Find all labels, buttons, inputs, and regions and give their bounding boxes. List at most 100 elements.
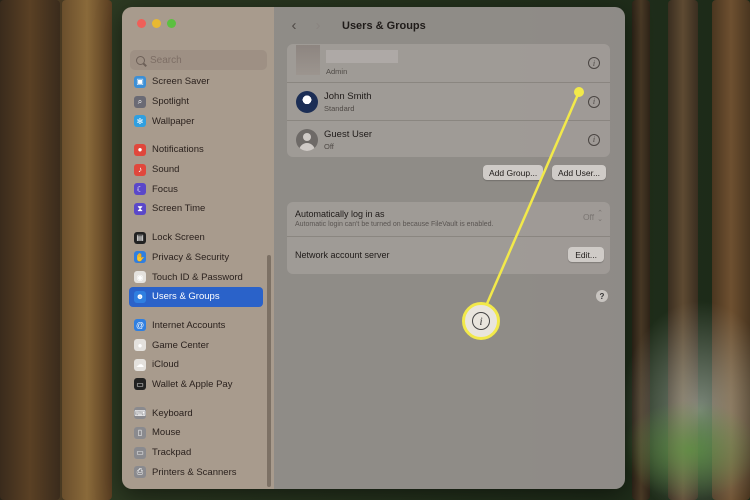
auto-login-label: Automatically log in as: [295, 209, 385, 219]
help-button[interactable]: ?: [596, 290, 608, 302]
sidebar-item-label: Sound: [152, 164, 180, 176]
sidebar-item-touch-id[interactable]: ◉ Touch ID & Password: [129, 267, 263, 287]
guest-avatar: [296, 128, 318, 151]
sidebar-item-label: Privacy & Security: [152, 251, 230, 263]
sidebar-item-privacy[interactable]: ✋ Privacy & Security: [129, 248, 263, 268]
sidebar-item-label: Touch ID & Password: [152, 271, 243, 283]
sidebar-item-label: Notifications: [152, 144, 204, 156]
info-icon[interactable]: i: [588, 95, 600, 108]
callout-magnifier: i: [462, 302, 500, 340]
sidebar-item-label: Focus: [152, 183, 178, 195]
sidebar-item-focus[interactable]: ☾ Focus: [129, 179, 263, 199]
sidebar-item-label: Screen Saver: [152, 76, 210, 88]
sidebar-item-label: Internet Accounts: [152, 319, 226, 331]
sidebar-item-printers[interactable]: ⎙ Printers & Scanners: [129, 462, 263, 482]
auto-login-note: Automatic login can't be turned on becau…: [295, 221, 494, 228]
sidebar-item-trackpad[interactable]: ▭ Trackpad: [129, 443, 263, 463]
sidebar-item-wallpaper[interactable]: ✻ Wallpaper: [129, 111, 263, 131]
back-button[interactable]: ‹: [288, 17, 300, 34]
sidebar-item-icloud[interactable]: ☁ iCloud: [129, 355, 263, 375]
touch-id-icon: ◉: [134, 271, 146, 284]
sidebar-item-sound[interactable]: ♪ Sound: [129, 160, 263, 180]
sidebar: Search ▣ Screen Saver ⌕ Spotlight ✻ Wallpaper…: [122, 7, 274, 489]
sidebar-item-lock-screen[interactable]: ▤ Lock Screen: [129, 228, 263, 248]
main-pane: ‹ › Users & Groups Admin i John Smith St…: [274, 7, 625, 489]
user-row-john-smith[interactable]: John Smith Standard i: [287, 82, 610, 120]
sidebar-item-notifications[interactable]: ● Notifications: [129, 140, 263, 160]
sidebar-item-keyboard[interactable]: ⌨ Keyboard: [129, 403, 263, 423]
search-icon: [136, 55, 145, 65]
sidebar-item-wallet[interactable]: ▭ Wallet & Apple Pay: [129, 375, 263, 395]
info-icon[interactable]: i: [588, 133, 600, 146]
sidebar-item-game-center[interactable]: ● Game Center: [129, 335, 263, 355]
users-groups-icon: ☻: [134, 290, 146, 303]
notifications-icon: ●: [134, 143, 146, 156]
printers-icon: ⎙: [134, 466, 146, 479]
users-list: Admin i John Smith Standard i Guest User…: [287, 44, 610, 157]
sound-icon: ♪: [134, 163, 146, 176]
user-row-guest[interactable]: Guest User Off i: [287, 120, 610, 158]
sidebar-item-spotlight[interactable]: ⌕ Spotlight: [129, 92, 263, 112]
wallpaper-icon: ✻: [134, 115, 146, 128]
sidebar-list: ▣ Screen Saver ⌕ Spotlight ✻ Wallpaper ● Notifi…: [129, 72, 263, 482]
user-row-admin[interactable]: Admin i: [287, 44, 610, 82]
screen-saver-icon: ▣: [134, 75, 146, 88]
window-controls: [137, 19, 176, 28]
search-placeholder: Search: [150, 54, 182, 66]
sidebar-item-label: Wallet & Apple Pay: [152, 378, 233, 390]
internet-accounts-icon: @: [134, 319, 146, 332]
add-user-button[interactable]: Add User...: [552, 165, 607, 180]
user-role: Standard: [324, 103, 355, 113]
sidebar-item-mouse[interactable]: ▯ Mouse: [129, 423, 263, 443]
sidebar-item-label: Wallpaper: [152, 115, 195, 127]
lock-screen-icon: ▤: [134, 231, 146, 244]
settings-window: Search ▣ Screen Saver ⌕ Spotlight ✻ Wallpaper…: [122, 7, 625, 489]
search-input[interactable]: Search: [130, 50, 267, 70]
login-settings: Automatically log in as Automatic login …: [287, 202, 610, 274]
user-role: Off: [324, 141, 334, 151]
network-server-label: Network account server: [295, 250, 390, 260]
sidebar-item-label: Mouse: [152, 427, 181, 439]
info-icon[interactable]: i: [588, 57, 600, 69]
auto-login-row: Automatically log in as Automatic login …: [287, 202, 610, 236]
keyboard-icon: ⌨: [134, 407, 146, 420]
toolbar: ‹ › Users & Groups: [288, 17, 426, 34]
privacy-icon: ✋: [134, 251, 146, 264]
wallet-icon: ▭: [134, 378, 146, 391]
edit-button[interactable]: Edit...: [568, 247, 604, 262]
focus-icon: ☾: [134, 183, 146, 196]
sidebar-item-label: Keyboard: [152, 407, 193, 419]
sidebar-item-screen-time[interactable]: ⧗ Screen Time: [129, 199, 263, 219]
sidebar-item-users-groups[interactable]: ☻ Users & Groups: [129, 286, 263, 307]
user-role: Admin: [326, 67, 348, 76]
zoom-button[interactable]: [167, 19, 176, 28]
trackpad-icon: ▭: [134, 446, 146, 459]
sidebar-item-label: iCloud: [152, 359, 179, 371]
sidebar-item-label: Spotlight: [152, 96, 189, 108]
network-server-row: Network account server Edit...: [287, 236, 610, 273]
sidebar-item-label: Users & Groups: [152, 291, 220, 303]
icloud-icon: ☁: [134, 358, 146, 371]
page-title: Users & Groups: [342, 19, 426, 32]
add-group-button[interactable]: Add Group...: [483, 165, 544, 180]
info-icon: i: [472, 312, 490, 330]
sidebar-item-label: Lock Screen: [152, 232, 205, 244]
sidebar-item-label: Game Center: [152, 339, 210, 351]
sidebar-scrollbar[interactable]: [267, 255, 271, 487]
sidebar-item-label: Printers & Scanners: [152, 466, 237, 478]
forward-button[interactable]: ›: [312, 17, 324, 34]
sidebar-item-screen-saver[interactable]: ▣ Screen Saver: [129, 72, 263, 92]
sidebar-item-label: Screen Time: [152, 203, 206, 215]
close-button[interactable]: [137, 19, 146, 28]
sidebar-item-internet-accounts[interactable]: @ Internet Accounts: [129, 316, 263, 336]
sidebar-item-label: Trackpad: [152, 447, 192, 459]
auto-login-select[interactable]: Off ⌃ ⌄: [582, 210, 603, 223]
game-center-icon: ●: [134, 339, 146, 352]
minimize-button[interactable]: [152, 19, 161, 28]
user-name: John Smith: [324, 90, 372, 102]
auto-login-value: Off: [582, 212, 595, 222]
admin-avatar: [296, 45, 320, 75]
